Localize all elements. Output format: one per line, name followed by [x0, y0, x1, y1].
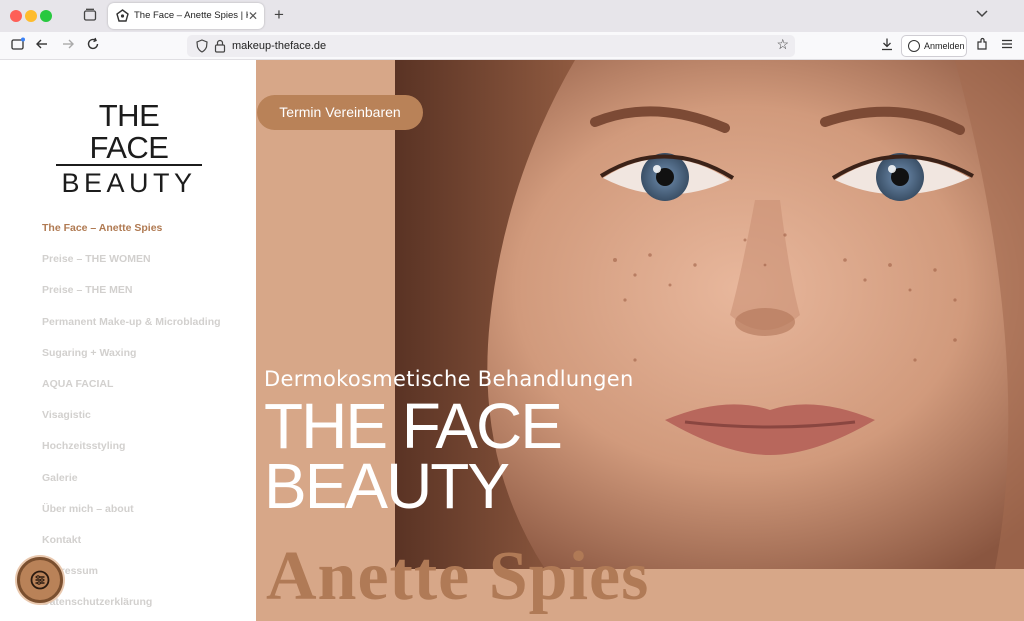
owner-name: Anette Spies	[266, 538, 650, 615]
sidebar-toggle-icon[interactable]	[9, 37, 27, 55]
termin-vereinbaren-button[interactable]: Termin Vereinbaren	[257, 95, 423, 130]
site-logo[interactable]: THE FACE BEAUTY	[56, 100, 202, 198]
hero-headline-line2: BEAUTY	[264, 450, 510, 522]
reload-icon[interactable]	[84, 37, 102, 55]
menu-item-permanent-makeup[interactable]: Permanent Make-up & Microblading	[42, 314, 221, 345]
active-tab[interactable]: The Face – Anette Spies | Kosmetik ✕	[108, 3, 264, 29]
bookmark-star-icon[interactable]: ☆	[776, 36, 789, 53]
url-text: makeup-theface.de	[232, 40, 327, 52]
navigation-bar: makeup-theface.de ☆ Anmelden	[0, 32, 1024, 60]
new-tab-icon[interactable]: +	[274, 6, 284, 24]
signin-label: Anmelden	[924, 41, 965, 51]
hero-kicker: Dermokosmetische Behandlungen	[264, 367, 634, 391]
menu-item-kontakt[interactable]: Kontakt	[42, 532, 221, 563]
logo-line1: THE FACE	[56, 100, 202, 166]
menu-item-hochzeitsstyling[interactable]: Hochzeitsstyling	[42, 438, 221, 469]
menu-item-visagistic[interactable]: Visagistic	[42, 407, 221, 438]
page-viewport: THE FACE BEAUTY The Face – Anette Spies …	[0, 60, 1024, 621]
menu-item-preise-women[interactable]: Preise – THE WOMEN	[42, 251, 221, 282]
lock-icon[interactable]	[214, 39, 226, 53]
menu-item-impressum[interactable]: Impressum	[42, 563, 221, 594]
hero-headline-line1: THE FACE	[264, 390, 563, 462]
menu-hamburger-icon[interactable]	[998, 37, 1016, 55]
menu-item-ueber-mich[interactable]: Über mich – about	[42, 501, 221, 532]
menu-item-aqua-facial[interactable]: AQUA FACIAL	[42, 376, 221, 407]
tracking-shield-icon[interactable]	[195, 39, 209, 53]
tab-title: The Face – Anette Spies | Kosmetik	[134, 10, 248, 21]
menu-item-the-face[interactable]: The Face – Anette Spies	[42, 220, 221, 251]
sliders-icon	[30, 570, 50, 590]
chevron-down-icon[interactable]	[976, 9, 988, 21]
browser-window: The Face – Anette Spies | Kosmetik ✕ + m…	[0, 0, 1024, 621]
site-favicon-icon	[116, 9, 129, 22]
menu-item-sugaring[interactable]: Sugaring + Waxing	[42, 345, 221, 376]
sidebar: THE FACE BEAUTY The Face – Anette Spies …	[0, 60, 256, 621]
hero-section: Termin Vereinbaren Dermokosmetische Beha…	[256, 60, 1024, 621]
extensions-icon[interactable]	[973, 37, 991, 55]
menu-item-galerie[interactable]: Galerie	[42, 470, 221, 501]
tab-close-icon[interactable]: ✕	[248, 3, 258, 29]
tab-overview-icon[interactable]	[82, 8, 98, 24]
menu-item-preise-men[interactable]: Preise – THE MEN	[42, 282, 221, 313]
accessibility-button[interactable]	[17, 557, 63, 603]
minimize-window-button[interactable]	[25, 10, 37, 22]
hero-headline: THE FACE BEAUTY	[264, 390, 563, 522]
main-menu: The Face – Anette Spies Preise – THE WOM…	[42, 220, 221, 621]
back-arrow-icon[interactable]	[33, 37, 51, 55]
address-bar[interactable]: makeup-theface.de ☆	[187, 35, 795, 57]
close-window-button[interactable]	[10, 10, 22, 22]
downloads-icon[interactable]	[878, 37, 896, 55]
account-icon	[908, 40, 920, 52]
menu-item-datenschutz[interactable]: Datenschutzerklärung	[42, 594, 221, 621]
signin-button[interactable]: Anmelden	[901, 35, 967, 57]
maximize-window-button[interactable]	[40, 10, 52, 22]
forward-arrow-icon[interactable]	[59, 37, 77, 55]
tab-bar: The Face – Anette Spies | Kosmetik ✕ +	[0, 0, 1024, 32]
logo-line2: BEAUTY	[61, 168, 197, 198]
